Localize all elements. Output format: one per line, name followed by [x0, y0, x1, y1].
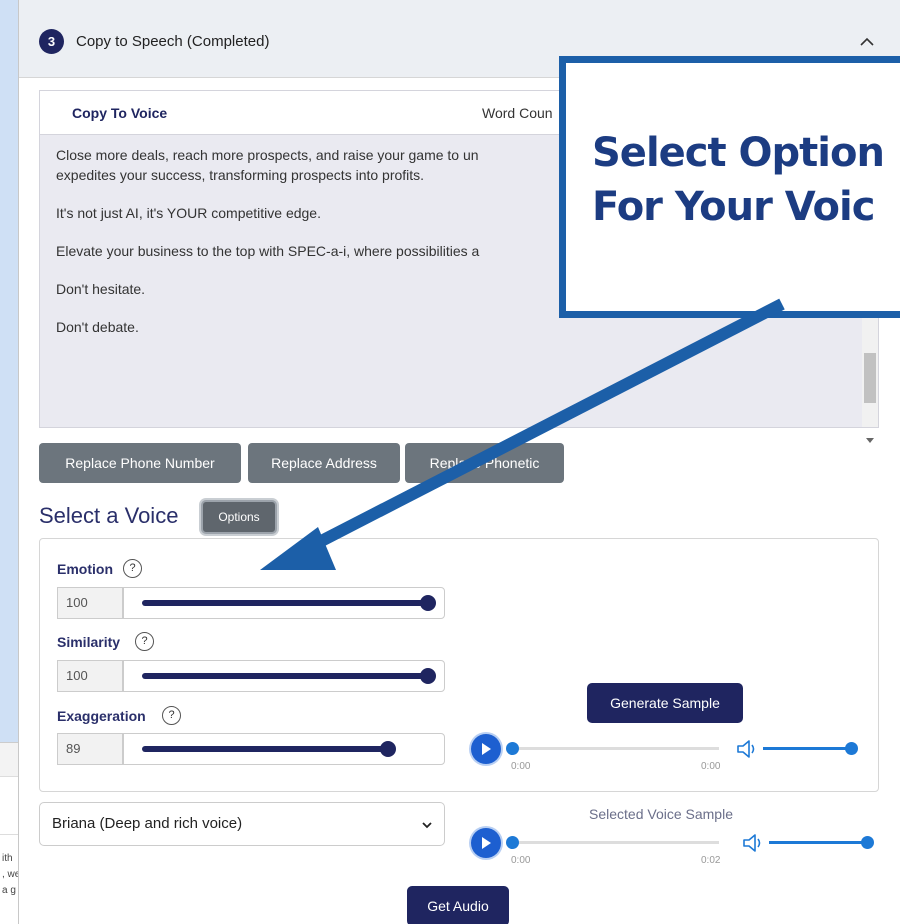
volume-icon[interactable]: [741, 831, 767, 855]
callout-text-area: Select Option For Your Voic: [566, 63, 900, 311]
exaggeration-help-icon[interactable]: ?: [162, 706, 181, 725]
emotion-slider-handle[interactable]: [420, 595, 436, 611]
step-number-badge: 3: [39, 29, 64, 54]
emotion-label: Emotion: [57, 561, 113, 577]
callout-line-1: Select Option: [592, 130, 885, 176]
chevron-down-icon: [422, 822, 432, 829]
seek-handle[interactable]: [506, 836, 519, 849]
seek-bar[interactable]: [513, 841, 719, 844]
callout-line-2: For Your Voic: [592, 184, 875, 230]
replace-phonetic-button[interactable]: Replace Phonetic: [405, 443, 564, 483]
scrollbar-thumb[interactable]: [864, 353, 876, 403]
selected-voice-sample-label: Selected Voice Sample: [589, 806, 733, 822]
similarity-slider-track: [142, 673, 428, 679]
exaggeration-value-input[interactable]: 89: [57, 733, 123, 765]
background-text-1: ith: [2, 853, 13, 864]
volume-bar[interactable]: [769, 841, 867, 844]
total-time: 0:00: [701, 761, 721, 772]
exaggeration-label: Exaggeration: [57, 708, 146, 724]
exaggeration-slider-handle[interactable]: [380, 741, 396, 757]
selected-sample-player: 0:00 0:02: [471, 828, 881, 868]
current-time: 0:00: [511, 855, 531, 866]
similarity-help-icon[interactable]: ?: [135, 632, 154, 651]
chevron-up-icon[interactable]: [855, 30, 879, 54]
replace-address-button[interactable]: Replace Address: [248, 443, 400, 483]
voice-select-value: Briana (Deep and rich voice): [52, 815, 243, 832]
emotion-slider[interactable]: [123, 587, 445, 619]
replace-phone-number-button[interactable]: Replace Phone Number: [39, 443, 241, 483]
seek-handle[interactable]: [506, 742, 519, 755]
get-audio-button[interactable]: Get Audio: [407, 886, 509, 924]
emotion-value-input[interactable]: 100: [57, 587, 123, 619]
similarity-label: Similarity: [57, 634, 121, 650]
similarity-slider[interactable]: [123, 660, 445, 692]
similarity-slider-handle[interactable]: [420, 668, 436, 684]
emotion-help-icon[interactable]: ?: [123, 559, 142, 578]
exaggeration-slider-track: [142, 746, 388, 752]
word-count-label: Word Coun: [482, 105, 553, 121]
background-text-3: a g: [2, 885, 16, 896]
volume-bar[interactable]: [763, 747, 851, 750]
total-time: 0:02: [701, 855, 721, 866]
exaggeration-slider[interactable]: [123, 733, 445, 765]
current-time: 0:00: [511, 761, 531, 772]
tab-copy-to-voice[interactable]: Copy To Voice: [72, 105, 167, 121]
generated-sample-player: 0:00 0:00: [471, 734, 861, 774]
options-button[interactable]: Options: [201, 500, 277, 534]
volume-handle[interactable]: [845, 742, 858, 755]
seek-bar[interactable]: [513, 747, 719, 750]
volume-handle[interactable]: [861, 836, 874, 849]
select-voice-heading: Select a Voice: [39, 503, 179, 528]
copy-paragraph: Don't debate.: [56, 319, 139, 335]
volume-icon[interactable]: [735, 737, 761, 761]
step-title: Copy to Speech (Completed): [76, 33, 270, 50]
voice-select[interactable]: Briana (Deep and rich voice): [39, 802, 445, 846]
play-icon[interactable]: [471, 734, 501, 764]
scroll-down-arrow-icon[interactable]: [866, 438, 874, 443]
generate-sample-button[interactable]: Generate Sample: [587, 683, 743, 723]
emotion-slider-track: [142, 600, 428, 606]
callout-text: Select Option For Your Voic: [592, 126, 885, 234]
play-icon[interactable]: [471, 828, 501, 858]
similarity-value-input[interactable]: 100: [57, 660, 123, 692]
